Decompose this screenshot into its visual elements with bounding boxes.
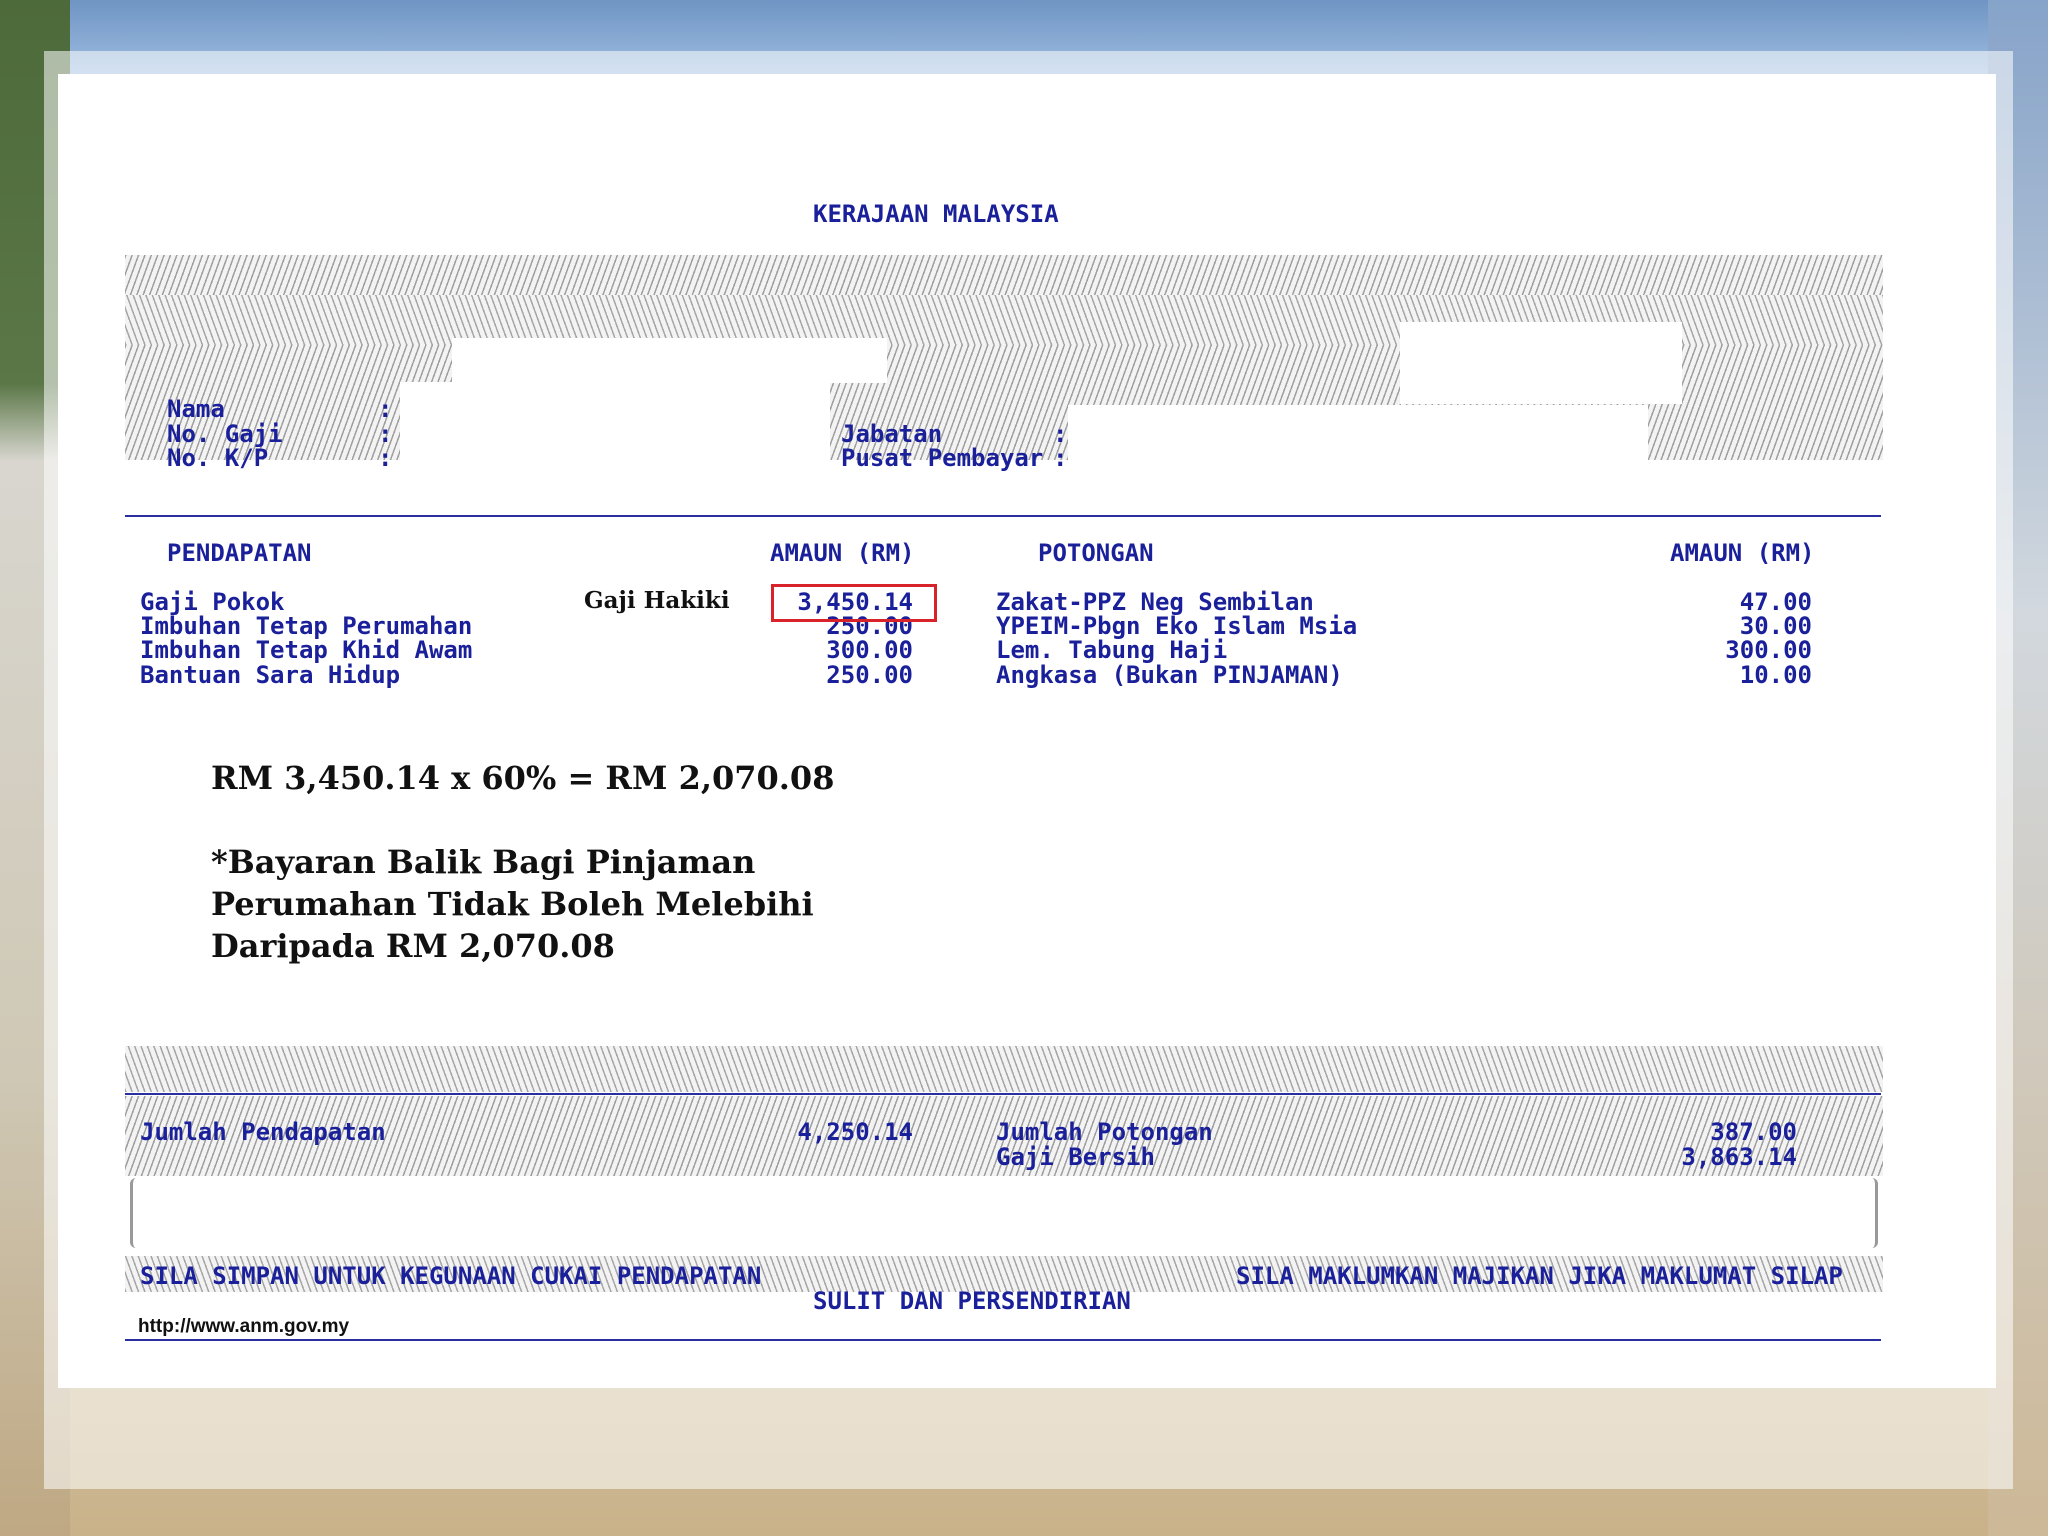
earning-amount: 250.00 [826, 661, 913, 689]
divider [125, 1339, 1881, 1341]
footer-right-note: SILA MAKLUMKAN MAJIKAN JIKA MAKLUMAT SIL… [1236, 1262, 1843, 1290]
redacted-jabatan-field [1068, 405, 1648, 465]
security-pattern-top [125, 255, 1883, 295]
signature-area [130, 1178, 1878, 1248]
deduction-amount: 10.00 [1739, 661, 1812, 689]
pusat-pembayar-label: Pusat Pembayar [841, 444, 1044, 472]
deduction-label: Zakat-PPZ Neg Sembilan [996, 588, 1314, 616]
gaji-hakiki-label: Gaji Hakiki [584, 587, 730, 614]
redacted-name-field [400, 382, 830, 464]
calculation-formula: RM 3,450.14 x 60% = RM 2,070.08 [211, 759, 835, 797]
earning-amount: 300.00 [826, 636, 913, 664]
no-gaji-label: No. Gaji [167, 420, 283, 448]
deduction-amount: 30.00 [1739, 612, 1812, 640]
no-kp-label: No. K/P [167, 444, 269, 472]
jumlah-pendapatan-amount: 4,250.14 [797, 1118, 913, 1146]
note-line: *Bayaran Balik Bagi Pinjaman [211, 843, 756, 881]
jumlah-potongan-amount: 387.00 [1710, 1118, 1797, 1146]
deduction-label: Angkasa (Bukan PINJAMAN) [996, 661, 1343, 689]
potongan-heading: POTONGAN [1038, 539, 1154, 567]
colon: : [378, 420, 393, 448]
nama-label: Nama [167, 395, 225, 423]
deduction-amount: 300.00 [1725, 636, 1812, 664]
colon: : [1053, 444, 1068, 472]
redacted-block [452, 338, 887, 383]
divider [125, 1093, 1881, 1095]
note-line: Perumahan Tidak Boleh Melebihi [211, 885, 814, 923]
jabatan-label: Jabatan [841, 420, 943, 448]
deduction-label: Lem. Tabung Haji [996, 636, 1228, 664]
earning-label: Bantuan Sara Hidup [140, 661, 401, 689]
earning-label: Imbuhan Tetap Khid Awam [140, 636, 473, 664]
gaji-bersih-label: Gaji Bersih [996, 1143, 1155, 1171]
deduction-label: YPEIM-Pbgn Eko Islam Msia [996, 612, 1358, 640]
colon: : [1053, 420, 1068, 448]
deduction-amount: 47.00 [1739, 588, 1812, 616]
security-pattern-bottom [125, 1046, 1883, 1092]
website-url: http://www.anm.gov.my [138, 1316, 350, 1337]
jumlah-potongan-label: Jumlah Potongan [996, 1118, 1213, 1146]
gaji-bersih-amount: 3,863.14 [1681, 1143, 1797, 1171]
redacted-block [1400, 322, 1682, 404]
earning-label: Imbuhan Tetap Perumahan [140, 612, 473, 640]
colon: : [378, 395, 393, 423]
earning-label: Gaji Pokok [140, 588, 285, 616]
potongan-amount-heading: AMAUN (RM) [1670, 539, 1815, 567]
footer-left-note: SILA SIMPAN UNTUK KEGUNAAN CUKAI PENDAPA… [140, 1262, 762, 1290]
page-title: KERAJAAN MALAYSIA [813, 200, 1059, 228]
pendapatan-heading: PENDAPATAN [167, 539, 312, 567]
jumlah-pendapatan-label: Jumlah Pendapatan [140, 1118, 386, 1146]
pendapatan-amount-heading: AMAUN (RM) [770, 539, 915, 567]
highlight-box [771, 584, 937, 622]
confidential-label: SULIT DAN PERSENDIRIAN [813, 1287, 1131, 1315]
note-line: Daripada RM 2,070.08 [211, 927, 615, 965]
divider [125, 515, 1881, 517]
colon: : [378, 444, 393, 472]
